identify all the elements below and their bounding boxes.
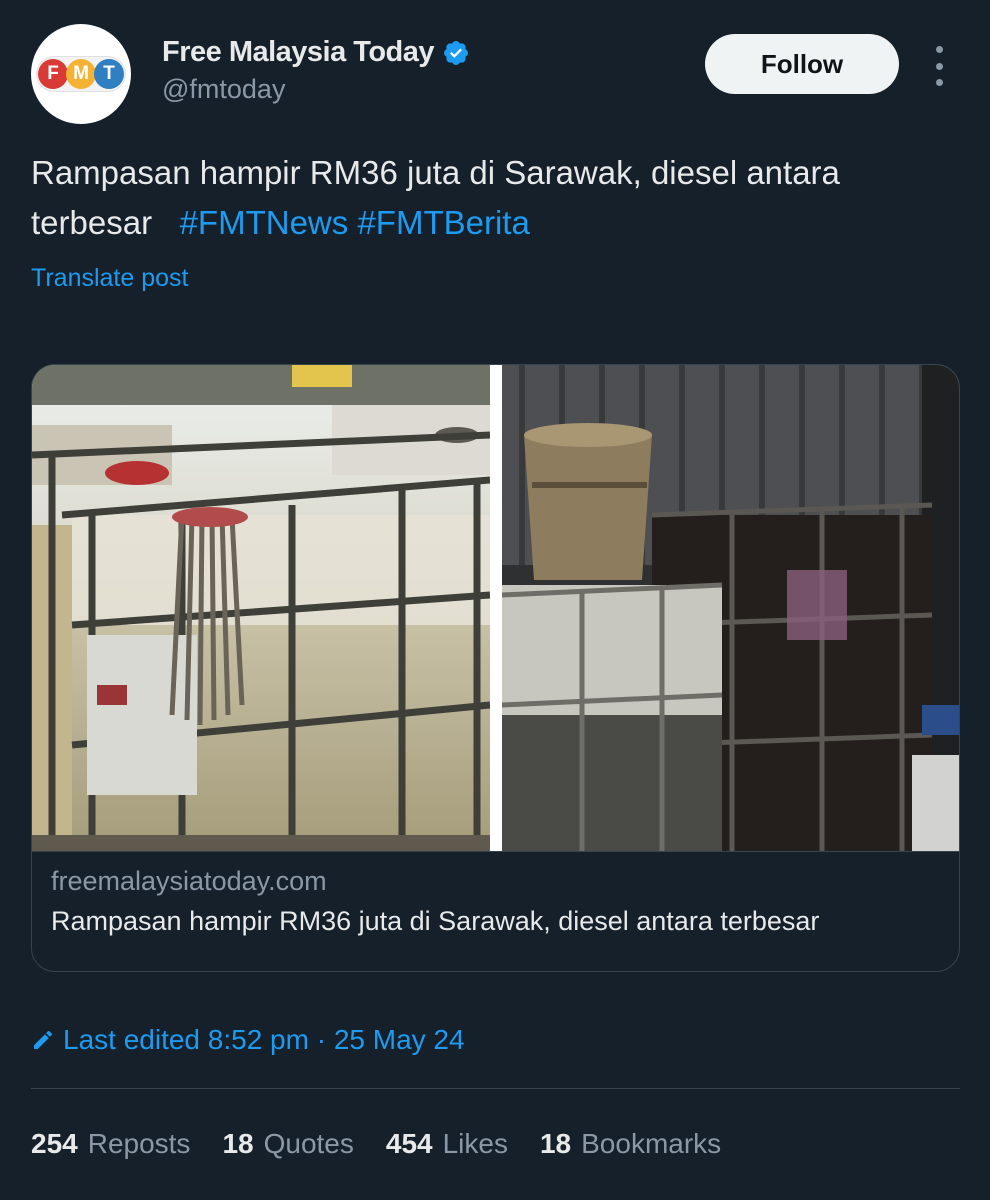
stat-count: 18 xyxy=(222,1128,254,1159)
logo-letter-m: M xyxy=(66,59,96,89)
fmt-logo: F M T xyxy=(37,57,125,91)
link-preview-card[interactable]: freemalaysiatoday.com Rampasan hampir RM… xyxy=(31,364,960,972)
stat-count: 18 xyxy=(539,1128,572,1159)
follow-button[interactable]: Follow xyxy=(705,34,899,94)
hashtag-link[interactable]: #FMTBerita xyxy=(357,204,529,241)
more-vertical-icon[interactable] xyxy=(928,46,950,86)
author-name-row: Free Malaysia Today xyxy=(162,36,470,69)
card-meta[interactable]: freemalaysiatoday.com Rampasan hampir RM… xyxy=(32,851,959,971)
stat-label: Reposts xyxy=(87,1128,191,1159)
edited-text: Last edited 8:52 pm · 25 May 24 xyxy=(63,1024,465,1055)
stat-count: 454 xyxy=(385,1128,433,1159)
stat-count: 254 xyxy=(31,1128,78,1159)
engagement-stats: 254 Reposts 18 Quotes 454 Likes 18 Bookm… xyxy=(31,1128,721,1160)
likes-stat[interactable]: 454 Likes xyxy=(386,1128,508,1160)
card-title: Rampasan hampir RM36 juta di Sarawak, di… xyxy=(51,906,820,936)
photo-ibc-tanks-left xyxy=(32,365,490,851)
hashtag-link[interactable]: #FMTNews xyxy=(180,204,349,241)
author-display-name[interactable]: Free Malaysia Today xyxy=(162,36,435,69)
stat-label: Likes xyxy=(442,1128,508,1159)
bookmarks-stat[interactable]: 18 Bookmarks xyxy=(540,1128,721,1160)
pencil-icon xyxy=(34,1030,53,1049)
card-image[interactable] xyxy=(32,365,959,851)
verified-badge-icon[interactable] xyxy=(442,39,470,67)
author-handle[interactable]: @fmtoday xyxy=(162,74,285,105)
logo-letter-t: T xyxy=(94,59,124,89)
avatar[interactable]: F M T xyxy=(31,24,131,124)
post-detail: F M T Free Malaysia Today @fmtoday Follo… xyxy=(0,0,990,1200)
photo-ibc-tanks-right xyxy=(502,365,959,851)
translate-post-link[interactable]: Translate post xyxy=(31,264,188,293)
card-domain: freemalaysiatoday.com xyxy=(51,866,327,896)
logo-letter-f: F xyxy=(38,59,68,89)
stat-label: Quotes xyxy=(263,1128,354,1159)
reposts-stat[interactable]: 254 Reposts xyxy=(31,1128,190,1160)
divider xyxy=(31,1088,960,1089)
quotes-stat[interactable]: 18 Quotes xyxy=(222,1128,353,1160)
post-text: Rampasan hampir RM36 juta di Sarawak, di… xyxy=(31,148,961,248)
edited-history-link[interactable]: Last edited 8:52 pm · 25 May 24 xyxy=(31,1024,465,1056)
stat-label: Bookmarks xyxy=(581,1128,722,1159)
